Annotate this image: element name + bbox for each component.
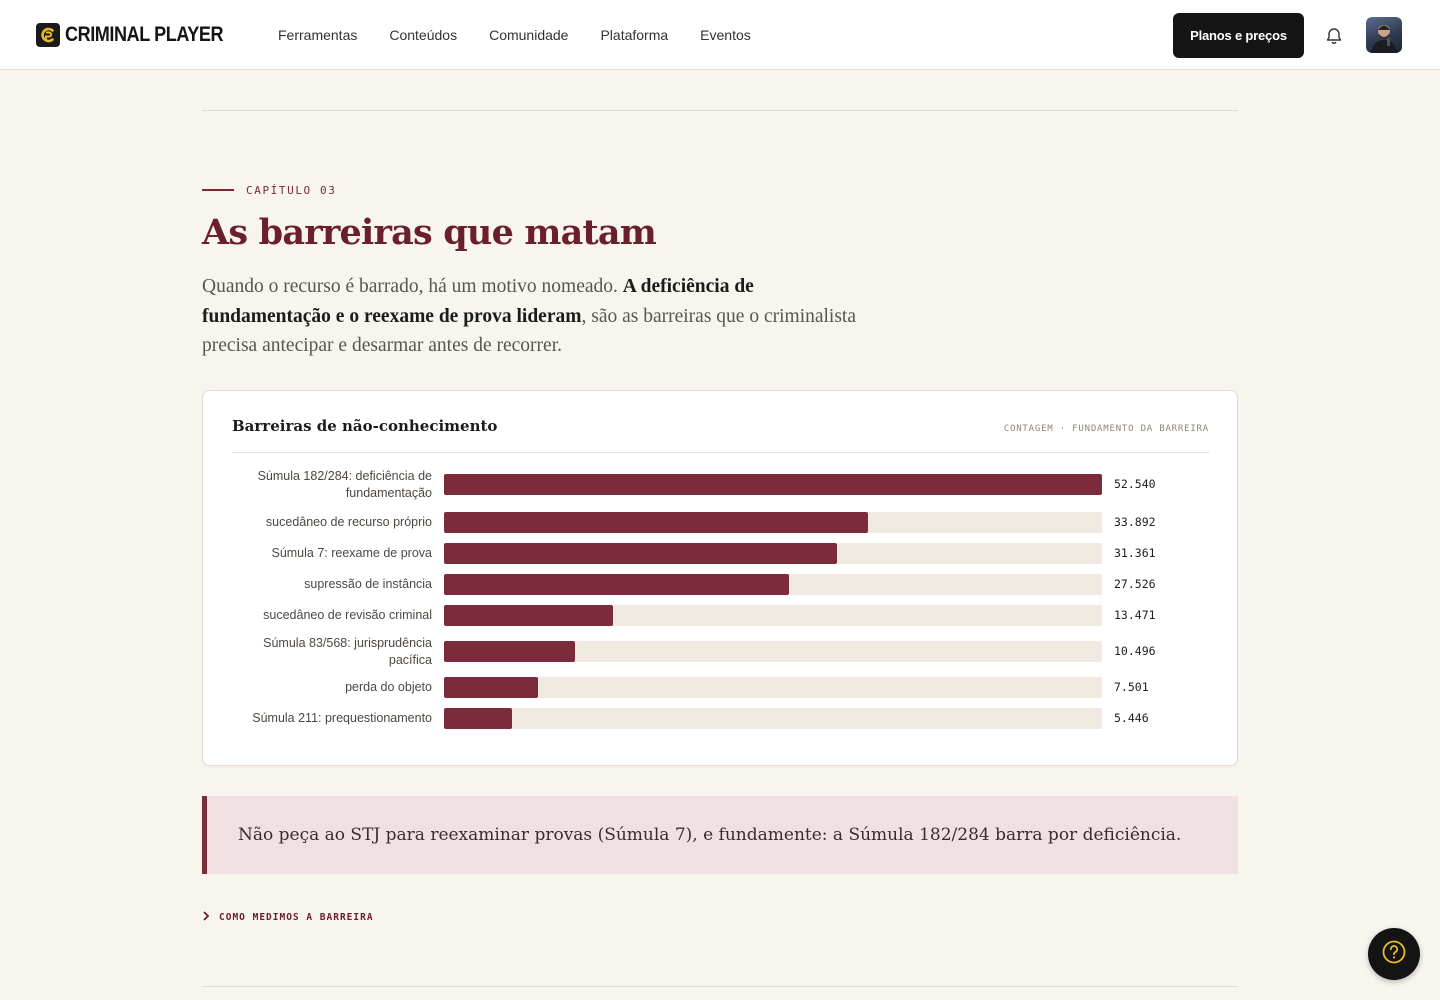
bar <box>444 512 868 533</box>
bar-track <box>444 512 1102 533</box>
bar-value-label: 27.526 <box>1114 577 1156 591</box>
bar-track <box>444 641 1102 662</box>
brand-logo[interactable]: CRIMINAL PLAYER <box>36 23 249 47</box>
bar <box>444 708 512 729</box>
bar-track <box>444 543 1102 564</box>
bar <box>444 605 613 626</box>
question-circle-icon <box>1381 939 1407 970</box>
bar-value-label: 10.496 <box>1114 644 1156 658</box>
bar <box>444 543 837 564</box>
bar-value-label: 33.892 <box>1114 515 1156 529</box>
bar-value-label: 7.501 <box>1114 680 1149 694</box>
chart-divider <box>232 452 1210 453</box>
bar <box>444 641 575 662</box>
eyebrow-line <box>202 189 234 191</box>
avatar[interactable] <box>1366 17 1402 53</box>
barriers-chart-card: Barreiras de não-conhecimento CONTAGEM ·… <box>202 390 1238 766</box>
bar-track <box>444 605 1102 626</box>
intro-paragraph: Quando o recurso é barrado, há um motivo… <box>202 272 862 361</box>
bar-value-label: 13.471 <box>1114 608 1156 622</box>
chevron-right-icon <box>202 908 210 926</box>
bar <box>444 474 1102 495</box>
method-toggle[interactable]: COMO MEDIMOS A BARREIRA <box>202 910 374 924</box>
bar-value-label: 31.361 <box>1114 546 1156 560</box>
bar-track <box>444 677 1102 698</box>
bottom-divider <box>202 986 1238 987</box>
chart-meta: CONTAGEM · FUNDAMENTO DA BARREIRA <box>1003 424 1209 434</box>
bar-label: sucedâneo de revisão criminal <box>263 608 432 622</box>
brand-name: CRIMINAL PLAYER <box>65 23 224 46</box>
nav-item-comunidade[interactable]: Comunidade <box>473 27 584 43</box>
chapter-eyebrow: CAPÍTULO 03 <box>202 183 336 197</box>
nav-item-eventos[interactable]: Eventos <box>684 27 767 43</box>
top-divider <box>202 110 1238 111</box>
plans-pricing-button[interactable]: Planos e preços <box>1173 13 1304 58</box>
nav-item-plataforma[interactable]: Plataforma <box>584 27 684 43</box>
nav-item-conteudos[interactable]: Conteúdos <box>373 27 473 43</box>
callout-box: Não peça ao STJ para reexaminar provas (… <box>202 796 1238 874</box>
bar-label: sucedâneo de recurso próprio <box>265 515 432 529</box>
bell-icon[interactable] <box>1324 26 1344 46</box>
main-nav: Ferramentas Conteúdos Comunidade Platafo… <box>262 0 767 70</box>
bar <box>444 574 789 595</box>
callout-text: Não peça ao STJ para reexaminar provas (… <box>238 825 1182 845</box>
chart-title: Barreiras de não-conhecimento <box>232 417 498 435</box>
bar-label: Súmula 211: prequestionamento <box>252 711 432 725</box>
intro-lead: Quando o recurso é barrado, há um motivo… <box>202 276 618 297</box>
top-navbar: CRIMINAL PLAYER Ferramentas Conteúdos Co… <box>0 0 1440 70</box>
help-button[interactable] <box>1368 928 1420 980</box>
bar-value-label: 5.446 <box>1114 711 1149 725</box>
chapter-label: CAPÍTULO 03 <box>246 183 337 197</box>
page-title: As barreiras que matam <box>202 212 657 253</box>
bar-value-label: 52.540 <box>1114 477 1156 491</box>
method-label: COMO MEDIMOS A BARREIRA <box>219 911 374 923</box>
bar-track <box>444 574 1102 595</box>
brand-mark-icon <box>36 23 60 47</box>
bar-label: supressão de instância <box>304 577 432 591</box>
bar-label: Súmula 7: reexame de prova <box>271 546 432 560</box>
bar-label: Súmula 182/284: deficiência de fundament… <box>257 469 432 500</box>
bar <box>444 677 538 698</box>
bar-label: perda do objeto <box>345 680 432 694</box>
bar-track <box>444 708 1102 729</box>
bar-track <box>444 474 1102 495</box>
bar-label: Súmula 83/568: jurisprudência pacífica <box>263 636 432 667</box>
nav-item-ferramentas[interactable]: Ferramentas <box>262 27 373 43</box>
